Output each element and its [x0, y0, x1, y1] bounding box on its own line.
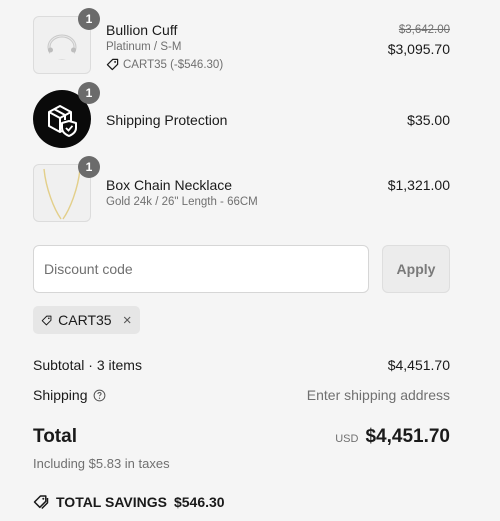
original-price: $3,642.00 — [398, 24, 450, 36]
applied-discount-code: CART35 — [58, 312, 112, 328]
total-label: Total — [33, 426, 77, 447]
product-name: Bullion Cuff — [106, 22, 178, 38]
savings-label: TOTAL SAVINGS — [56, 494, 167, 510]
apply-discount-button[interactable]: Apply — [382, 245, 450, 293]
line-item: 1 Shipping Protection $35.00 — [33, 82, 450, 150]
total-savings: TOTAL SAVINGS $546.30 — [33, 494, 450, 510]
savings-value: $546.30 — [173, 494, 225, 510]
line-discount-text: CART35 (-$546.30) — [123, 58, 224, 71]
subtotal-value: $4,451.70 — [387, 357, 450, 373]
line-price: $1,321.00 — [387, 177, 450, 193]
product-name: Box Chain Necklace — [106, 177, 233, 193]
quantity-badge: 1 — [78, 82, 100, 104]
product-variant: Platinum / S-M — [106, 41, 182, 53]
product-name: Shipping Protection — [106, 112, 228, 128]
subtotal-label: Subtotal · 3 items — [33, 357, 142, 373]
line-price: $35.00 — [407, 112, 450, 128]
help-icon[interactable] — [93, 389, 106, 402]
taxes-note: Including $5.83 in taxes — [33, 456, 170, 471]
quantity-badge: 1 — [78, 8, 100, 30]
total-value: $4,451.70 — [365, 426, 450, 447]
applied-discount-chip: CART35 — [33, 306, 140, 334]
total-currency: USD — [335, 433, 359, 445]
shipping-value: Enter shipping address — [306, 387, 450, 403]
shipping-row: Shipping Enter shipping address — [33, 387, 450, 403]
line-price: $3,095.70 — [387, 41, 450, 57]
close-icon[interactable] — [122, 313, 132, 327]
product-variant: Gold 24k / 26" Length - 66CM — [106, 196, 258, 208]
discount-code-input[interactable] — [33, 245, 369, 293]
line-item: 1 Bullion Cuff Platinum / S-M CART35 (-$… — [33, 8, 450, 76]
tags-icon — [33, 495, 49, 510]
tag-icon — [106, 58, 119, 71]
subtotal-row: Subtotal · 3 items $4,451.70 — [33, 357, 450, 373]
line-discount: CART35 (-$546.30) — [106, 58, 223, 71]
line-item: 1 Box Chain Necklace Gold 24k / 26" Leng… — [33, 156, 450, 224]
shipping-label: Shipping — [33, 387, 88, 403]
tag-icon — [41, 315, 52, 325]
total-row: Total USD $4,451.70 — [33, 426, 450, 452]
quantity-badge: 1 — [78, 156, 100, 178]
